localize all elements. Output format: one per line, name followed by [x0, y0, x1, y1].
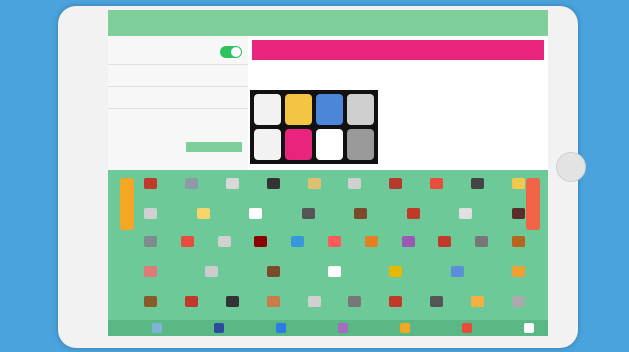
board-symbol[interactable]: [225, 296, 239, 307]
toolbar-button[interactable]: [214, 323, 224, 333]
board-symbol[interactable]: [512, 236, 525, 247]
toolbar-button[interactable]: [462, 323, 472, 333]
board-symbol[interactable]: [512, 208, 525, 219]
board-symbol[interactable]: [196, 208, 210, 219]
app-icon[interactable]: [347, 129, 374, 160]
app-icon[interactable]: [285, 129, 312, 160]
board-symbol[interactable]: [512, 266, 525, 277]
board-symbol[interactable]: [512, 296, 525, 307]
board-symbol[interactable]: [217, 236, 231, 247]
toolbar-button[interactable]: [276, 323, 286, 333]
divider: [108, 108, 248, 109]
board-symbol[interactable]: [180, 236, 194, 247]
voice-toggle[interactable]: [220, 46, 242, 58]
app-icon[interactable]: [285, 94, 312, 125]
board-symbol[interactable]: [266, 178, 280, 189]
board-symbol[interactable]: [471, 178, 485, 189]
board-symbol[interactable]: [144, 208, 157, 219]
divider: [108, 64, 248, 65]
top-navigation-bar: [108, 10, 548, 36]
toolbar-button[interactable]: [338, 323, 348, 333]
board-symbol[interactable]: [389, 178, 403, 189]
board-symbol[interactable]: [348, 296, 362, 307]
board-symbol[interactable]: [291, 236, 305, 247]
board-symbol[interactable]: [430, 178, 444, 189]
board-symbol[interactable]: [354, 208, 368, 219]
board-symbol[interactable]: [328, 236, 341, 247]
panel-header[interactable]: [252, 40, 544, 60]
board-symbol[interactable]: [348, 178, 362, 189]
board-symbol[interactable]: [389, 296, 403, 307]
board-symbol[interactable]: [459, 208, 473, 219]
board-symbol[interactable]: [184, 178, 198, 189]
board-symbol[interactable]: [307, 178, 321, 189]
divider: [108, 86, 248, 87]
board-symbol[interactable]: [144, 178, 157, 189]
board-symbol[interactable]: [406, 208, 420, 219]
board-symbol[interactable]: [475, 236, 489, 247]
board-symbol[interactable]: [450, 266, 464, 277]
board-symbol[interactable]: [301, 208, 315, 219]
toolbar-button[interactable]: [152, 323, 162, 333]
settings-list: [108, 36, 248, 176]
board-symbol[interactable]: [401, 236, 415, 247]
board-symbol[interactable]: [254, 236, 268, 247]
board-symbol[interactable]: [438, 236, 452, 247]
symbol-board: [108, 170, 548, 336]
app-icon-grid: [250, 90, 378, 164]
board-symbol[interactable]: [144, 236, 157, 247]
board-symbol[interactable]: [364, 236, 378, 247]
board-symbol[interactable]: [266, 296, 280, 307]
board-symbol[interactable]: [512, 178, 525, 189]
board-symbol[interactable]: [249, 208, 263, 219]
board-symbol[interactable]: [225, 178, 239, 189]
app-icon[interactable]: [316, 129, 343, 160]
app-icon[interactable]: [254, 129, 281, 160]
board-tab-right[interactable]: [526, 178, 540, 230]
toolbar-button[interactable]: [400, 323, 410, 333]
home-button[interactable]: [556, 152, 586, 182]
board-symbol[interactable]: [184, 296, 198, 307]
board-symbol[interactable]: [266, 266, 280, 277]
board-symbol[interactable]: [389, 266, 403, 277]
app-icon[interactable]: [254, 94, 281, 125]
app-icon[interactable]: [347, 94, 374, 125]
settings-action-button[interactable]: [186, 142, 242, 152]
board-symbol[interactable]: [144, 296, 157, 307]
board-symbol[interactable]: [307, 296, 321, 307]
bottom-toolbar: [108, 320, 548, 336]
board-tab-left[interactable]: [120, 178, 134, 230]
app-screen: [108, 10, 548, 336]
toolbar-button[interactable]: [524, 323, 534, 333]
board-symbol[interactable]: [471, 296, 485, 307]
board-symbol[interactable]: [328, 266, 341, 277]
board-symbol[interactable]: [205, 266, 219, 277]
board-symbol[interactable]: [144, 266, 157, 277]
app-icon[interactable]: [316, 94, 343, 125]
board-symbol[interactable]: [430, 296, 444, 307]
